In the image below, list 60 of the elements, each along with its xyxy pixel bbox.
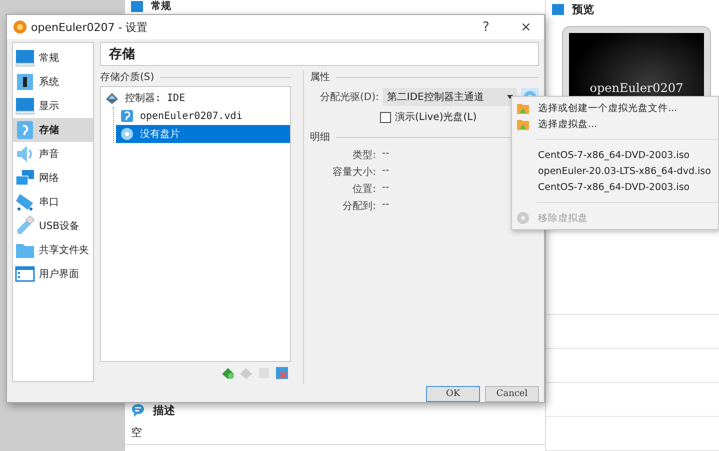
monitor-icon: [15, 48, 35, 68]
close-button[interactable]: ×: [508, 15, 544, 39]
app-logo-icon: [13, 20, 27, 34]
add-controller-icon[interactable]: [221, 366, 235, 380]
preview-icon: [552, 4, 564, 14]
monitor-icon: [15, 96, 35, 116]
tree-item[interactable]: openEuler0207.vdi: [116, 107, 290, 125]
sidebar-item[interactable]: 声音: [13, 142, 93, 166]
speaker-icon: [15, 144, 35, 164]
controller-icon: [105, 91, 119, 105]
menu-item[interactable]: 选择虚拟盘...: [512, 116, 718, 132]
group-label: 存储介质(S): [100, 70, 154, 84]
chip-icon: [15, 72, 35, 92]
sidebar-item[interactable]: 串口: [13, 190, 93, 214]
speech-bubble-icon: [131, 403, 145, 417]
folder-icon: [516, 117, 530, 131]
network-icon: [15, 168, 35, 188]
menu-item[interactable]: CentOS-7-x86_64-DVD-2003.iso: [512, 147, 718, 163]
menu-item[interactable]: CentOS-7-x86_64-DVD-2003.iso: [512, 179, 718, 195]
window-title: openEuler0207 - 设置: [31, 20, 149, 34]
sidebar-item[interactable]: 用户界面: [13, 262, 93, 286]
help-button[interactable]: ?: [468, 15, 504, 39]
sidebar-item[interactable]: 显示: [13, 94, 93, 118]
detail-value: --: [382, 199, 390, 212]
detail-label: 分配到:: [342, 200, 376, 213]
sidebar-item[interactable]: 网络: [13, 166, 93, 190]
section-header: 常规: [151, 0, 171, 13]
cancel-button[interactable]: Cancel: [485, 386, 539, 402]
sidebar-item[interactable]: 存储: [13, 118, 93, 142]
detail-value: --: [382, 165, 390, 178]
sidebar-item[interactable]: USB设备: [13, 214, 93, 238]
sidebar-item[interactable]: 系统: [13, 70, 93, 94]
page-title: 存储: [100, 42, 539, 66]
group-label: 属性: [310, 70, 330, 84]
sidebar-item[interactable]: 共享文件夹: [13, 238, 93, 262]
section-icon: [131, 0, 143, 12]
remove-attachment-icon[interactable]: [275, 366, 289, 380]
detail-label: 位置:: [352, 182, 376, 196]
usb-stick-icon: [15, 216, 35, 236]
description-text: 空: [125, 419, 545, 445]
description-header: 描述: [153, 402, 175, 418]
detail-label: 容量大小:: [332, 166, 376, 179]
preview-text: openEuler0207: [590, 81, 684, 95]
ok-button[interactable]: OK: [426, 386, 480, 402]
disc-icon: [516, 211, 530, 225]
drive-dropdown[interactable]: 第二IDE控制器主通道: [382, 88, 517, 106]
caret-icon: [507, 95, 513, 99]
detail-value: --: [382, 182, 390, 195]
sidebar-item[interactable]: 常规: [13, 46, 93, 70]
tree-item[interactable]: 没有盘片: [116, 125, 290, 143]
detail-value: --: [382, 148, 390, 161]
cd-icon: [120, 127, 134, 141]
folder-icon: [516, 101, 530, 115]
group-label: 明细: [310, 131, 330, 144]
window-icon: [15, 264, 35, 284]
menu-item[interactable]: openEuler-20.03-LTS-x86_64-dvd.iso: [512, 163, 718, 179]
tree-item[interactable]: 控制器: IDE: [101, 89, 290, 107]
detail-label: 类型:: [352, 148, 376, 162]
preview-header: 预览: [572, 2, 594, 16]
drive-label: 分配光驱(D):: [320, 90, 379, 104]
